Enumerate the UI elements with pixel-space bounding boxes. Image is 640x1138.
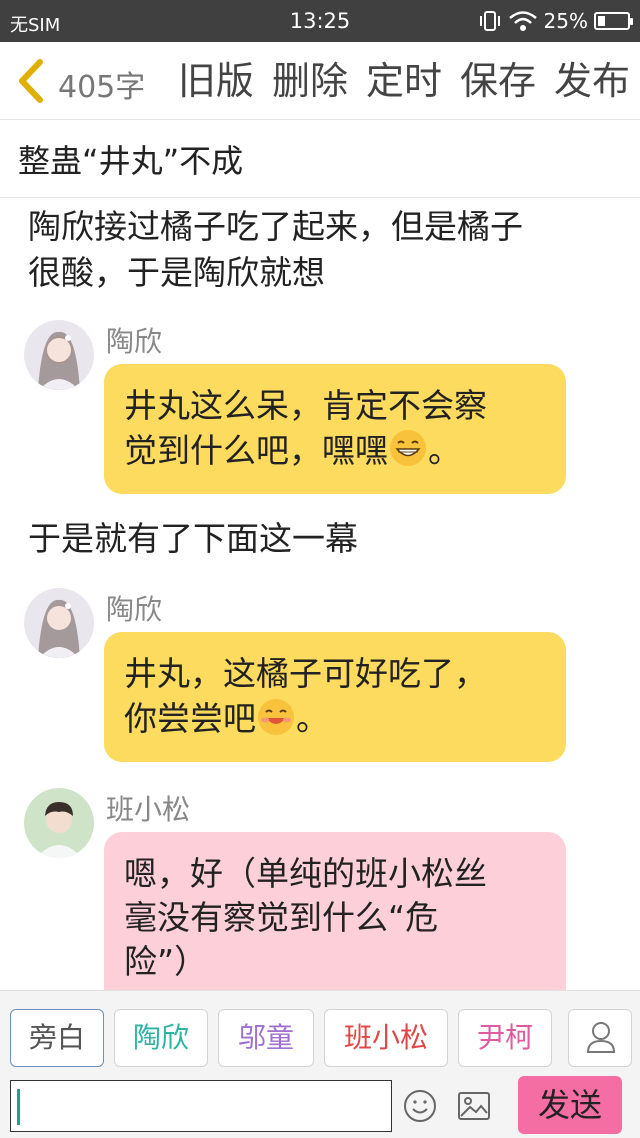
status-bar: 无SIM 13:25 25% bbox=[0, 0, 640, 42]
character-chip-banxiaosong[interactable]: 班小松 bbox=[324, 1009, 448, 1067]
bubble-line: 井丸这么呆，肯定不会察 bbox=[124, 386, 487, 425]
message-input[interactable] bbox=[10, 1080, 392, 1132]
old-version-button[interactable]: 旧版 bbox=[178, 56, 254, 106]
bubble-line: 觉到什么吧，嘿嘿 bbox=[124, 431, 388, 470]
avatar-taoxin bbox=[24, 320, 94, 390]
story-title: 整蛊“井丸”不成 bbox=[18, 142, 244, 180]
composer-bar: 发送 bbox=[0, 1076, 640, 1138]
word-count: 405字 bbox=[58, 70, 146, 105]
narration-line: 陶欣接过橘子吃了起来，但是橘子 bbox=[28, 207, 523, 246]
status-icons: 25% bbox=[478, 9, 633, 33]
toolbar-actions: 旧版 删除 定时 保存 发布 bbox=[178, 56, 630, 106]
schedule-button[interactable]: 定时 bbox=[366, 56, 442, 106]
narration-block[interactable]: 陶欣接过橘子吃了起来，但是橘子 很酸，于是陶欣就想 bbox=[28, 204, 523, 296]
send-button[interactable]: 发送 bbox=[518, 1076, 622, 1134]
chip-label: 班小松 bbox=[343, 1021, 428, 1054]
character-chip-wutong[interactable]: 邬童 bbox=[218, 1009, 314, 1067]
story-title-field[interactable]: 整蛊“井丸”不成 bbox=[0, 120, 640, 198]
grin-emoji-icon bbox=[390, 430, 426, 466]
chip-label: 尹柯 bbox=[476, 1021, 533, 1054]
chip-label: 旁白 bbox=[28, 1021, 85, 1054]
bubble-line: 险”） bbox=[124, 942, 208, 981]
battery-percent: 25% bbox=[543, 9, 588, 33]
speaker-name: 陶欣 bbox=[106, 325, 163, 358]
speaker-name: 陶欣 bbox=[106, 593, 163, 626]
vibrate-icon bbox=[479, 11, 500, 31]
character-chip-yinke[interactable]: 尹柯 bbox=[458, 1009, 552, 1067]
back-chevron-icon[interactable] bbox=[14, 58, 48, 104]
chip-label: 邬童 bbox=[237, 1021, 294, 1054]
character-selector: 旁白 陶欣 邬童 班小松 尹柯 bbox=[0, 990, 640, 1076]
avatar-taoxin bbox=[24, 588, 94, 658]
text-caret bbox=[17, 1089, 20, 1125]
image-picker-icon[interactable] bbox=[456, 1088, 492, 1124]
bubble-tail-text: 。 bbox=[296, 699, 329, 738]
save-button[interactable]: 保存 bbox=[460, 56, 536, 106]
wifi-icon bbox=[508, 11, 537, 31]
editor-toolbar: 405字 旧版 删除 定时 保存 发布 bbox=[0, 42, 640, 120]
bubble-line: 你尝尝吧 bbox=[124, 699, 256, 738]
bubble-line: 嗯，好（单纯的班小松丝 bbox=[124, 854, 487, 893]
chat-bubble[interactable]: 嗯，好（单纯的班小松丝 毫没有察觉到什么“危 险”） bbox=[104, 832, 566, 1012]
emoji-picker-icon[interactable] bbox=[402, 1088, 438, 1124]
character-manage-button[interactable] bbox=[568, 1009, 632, 1067]
battery-icon bbox=[594, 12, 633, 30]
narration-line: 于是就有了下面这一幕 bbox=[28, 519, 358, 558]
user-icon bbox=[586, 1022, 616, 1053]
bubble-tail-text: 。 bbox=[428, 431, 461, 470]
avatar-banxiaosong bbox=[24, 788, 94, 858]
chat-bubble[interactable]: 井丸，这橘子可好吃了， 你尝尝吧 。 bbox=[104, 632, 566, 762]
chat-bubble[interactable]: 井丸这么呆，肯定不会察 觉到什么吧，嘿嘿 。 bbox=[104, 364, 566, 494]
chip-label: 陶欣 bbox=[132, 1021, 189, 1054]
character-chip-narrator[interactable]: 旁白 bbox=[10, 1009, 104, 1067]
bubble-line: 井丸，这橘子可好吃了， bbox=[124, 654, 487, 693]
character-chip-taoxin[interactable]: 陶欣 bbox=[114, 1009, 208, 1067]
publish-button[interactable]: 发布 bbox=[554, 56, 630, 106]
narration-block[interactable]: 于是就有了下面这一幕 bbox=[28, 516, 358, 562]
speaker-name: 班小松 bbox=[106, 793, 191, 826]
bubble-line: 毫没有察觉到什么“危 bbox=[124, 898, 439, 937]
narration-line: 很酸，于是陶欣就想 bbox=[28, 253, 325, 292]
delete-button[interactable]: 删除 bbox=[272, 56, 348, 106]
smile-emoji-icon bbox=[258, 699, 294, 735]
